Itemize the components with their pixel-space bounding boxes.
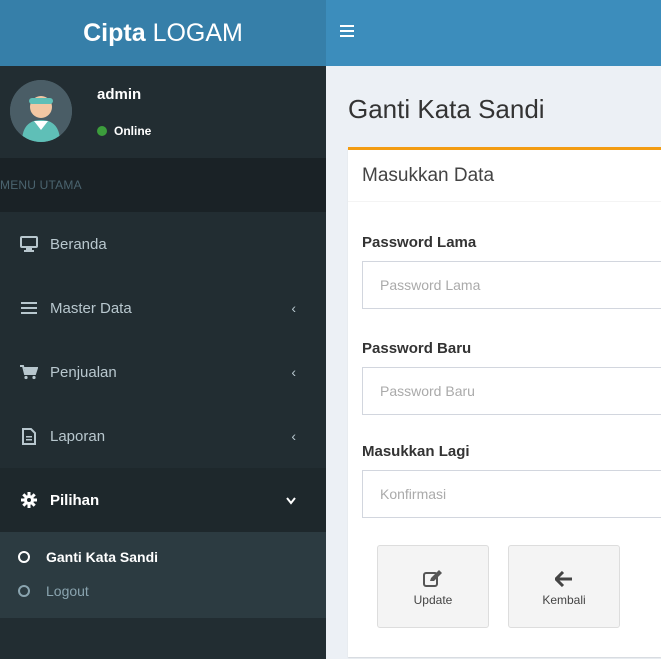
cart-icon — [18, 363, 40, 381]
chevron-left-icon: ‹ — [291, 300, 296, 316]
gear-icon — [18, 491, 40, 509]
sidebar-item-label: Master Data — [50, 299, 132, 317]
submenu-item-ganti-kata-sandi[interactable]: Ganti Kata Sandi — [0, 540, 326, 574]
update-label: Update — [413, 592, 453, 607]
logo-bold: Cipta — [83, 19, 146, 47]
sidebar-item-master-data[interactable]: Master Data ‹ — [0, 276, 326, 340]
sidebar-item-beranda[interactable]: Beranda — [0, 212, 326, 276]
update-button[interactable]: Update — [377, 545, 489, 628]
file-icon — [18, 427, 40, 445]
sidebar-item-label: Pilihan — [50, 491, 100, 509]
sidebar-item-label: Laporan — [50, 427, 106, 445]
user-name: admin — [97, 86, 142, 103]
avatar — [10, 80, 72, 142]
confirm-password-input[interactable] — [362, 470, 661, 518]
back-button[interactable]: Kembali — [508, 545, 620, 628]
sidebar-item-laporan[interactable]: Laporan ‹ — [0, 404, 326, 468]
chevron-left-icon: ‹ — [291, 428, 296, 444]
submenu-pilihan: Ganti Kata Sandi Logout — [0, 532, 326, 618]
page-title: Ganti Kata Sandi — [348, 94, 545, 124]
list-icon — [18, 299, 40, 317]
submenu-item-logout[interactable]: Logout — [0, 574, 326, 608]
new-password-label: Password Baru — [362, 340, 472, 357]
chevron-left-icon: ‹ — [291, 364, 296, 380]
status-text: Online — [114, 124, 152, 138]
sidebar-item-label: Beranda — [50, 235, 107, 253]
edit-icon — [423, 567, 443, 587]
menu-header: MENU UTAMA — [0, 158, 326, 212]
user-status: Online — [97, 124, 151, 138]
box-title: Masukkan Data — [348, 150, 661, 202]
online-dot-icon — [97, 126, 107, 136]
confirm-password-label: Masukkan Lagi — [362, 443, 470, 460]
chevron-down-icon — [286, 492, 296, 508]
user-panel: admin Online — [0, 66, 326, 158]
desktop-icon — [18, 235, 40, 253]
sidebar-toggle-icon[interactable] — [340, 25, 354, 39]
circle-icon — [18, 551, 30, 563]
arrow-left-icon — [555, 567, 573, 587]
top-navbar — [326, 0, 661, 66]
back-label: Kembali — [542, 592, 586, 607]
sidebar-item-label: Penjualan — [50, 363, 117, 381]
submenu-item-label: Logout — [46, 583, 89, 599]
app-logo[interactable]: Cipta LOGAM — [0, 0, 326, 66]
sidebar-item-pilihan[interactable]: Pilihan — [0, 468, 326, 532]
sidebar-item-penjualan[interactable]: Penjualan ‹ — [0, 340, 326, 404]
circle-icon — [18, 585, 30, 597]
form-box: Masukkan Data Password Lama Password Bar… — [348, 147, 661, 657]
sidebar: admin Online MENU UTAMA Beranda Master D… — [0, 66, 326, 659]
submenu-item-label: Ganti Kata Sandi — [46, 549, 159, 565]
old-password-input[interactable] — [362, 261, 661, 309]
new-password-input[interactable] — [362, 367, 661, 415]
logo-text: LOGAM — [152, 19, 243, 47]
old-password-label: Password Lama — [362, 234, 477, 251]
